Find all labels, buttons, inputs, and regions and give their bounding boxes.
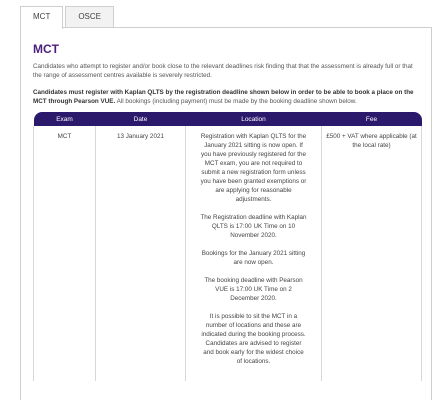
intro-text: Candidates who attempt to register and/o… [33,63,413,79]
location-paragraph: It is possible to sit the MCT in a numbe… [201,313,306,365]
column-header-location: Location [185,112,322,126]
table-header-row: Exam Date Location Fee [33,112,422,126]
tab-mct[interactable]: MCT [20,6,64,29]
cell-fee: £500 + VAT where applicable (at the loca… [321,126,422,381]
table-row: MCT 13 January 2021 Registration with Ka… [33,126,422,381]
cell-exam: MCT [33,126,96,381]
tab-panel-mct: MCT Candidates who attempt to register a… [20,27,432,400]
column-header-fee: Fee [321,112,422,126]
column-header-exam: Exam [33,112,96,126]
location-paragraph: Registration with Kaplan QLTS for the Ja… [200,133,307,203]
location-paragraph: Bookings for the January 2021 sitting ar… [201,250,306,266]
tab-bar: MCT OSCE [20,6,116,29]
exam-table: Exam Date Location Fee MCT 13 January 20… [33,112,422,381]
section-title: MCT [33,42,59,56]
page: MCT OSCE MCT Candidates who attempt to r… [0,0,436,400]
registration-notice-rest: All bookings (including payment) must be… [115,98,357,105]
cell-location: Registration with Kaplan QLTS for the Ja… [185,126,322,381]
location-paragraph: The Registration deadline with Kaplan QL… [200,214,307,239]
column-header-date: Date [95,112,186,126]
location-paragraph: The booking deadline with Pearson VUE is… [204,277,303,302]
registration-notice: Candidates must register with Kaplan QLT… [33,88,419,106]
tab-osce[interactable]: OSCE [65,6,114,27]
cell-date: 13 January 2021 [95,126,186,381]
